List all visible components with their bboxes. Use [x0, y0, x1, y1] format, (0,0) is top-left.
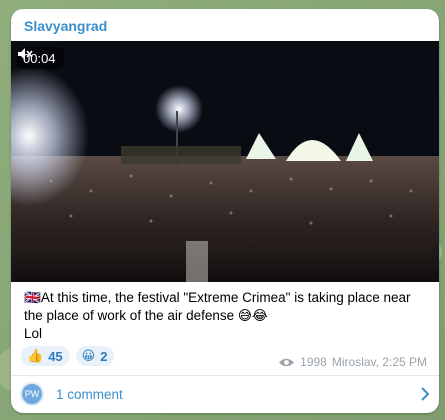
reaction-thumbs-up[interactable]: 👍 45 [21, 346, 70, 366]
view-count: 1998 [300, 355, 327, 369]
video-time-indicator: 00:04 [17, 47, 64, 69]
message-line-1: At this time, the festival "Extreme Crim… [40, 290, 411, 305]
message-line-3: Lol [24, 326, 43, 341]
avatar: PW [20, 382, 44, 406]
eye-icon [279, 358, 295, 366]
channel-name[interactable]: Slavyangrad [24, 18, 107, 34]
message-card: Slavyangrad 00:04 🇬🇧At this time, the fe… [11, 9, 439, 413]
message-line-2: the place of work of the air defense 😅😂 [24, 308, 268, 323]
message-text: 🇬🇧At this time, the festival "Extreme Cr… [24, 289, 428, 343]
video-frame [11, 41, 439, 282]
author-time: Miroslav, 2:25 PM [331, 355, 427, 369]
grinning-face-icon: 😀 [81, 348, 96, 363]
message-meta: 1998 Miroslav, 2:25 PM [278, 355, 427, 369]
reaction-count: 2 [100, 348, 108, 364]
uk-flag-icon: 🇬🇧 [24, 290, 41, 305]
reaction-count: 45 [48, 348, 63, 364]
muted-speaker-icon[interactable] [17, 47, 33, 61]
reactions-bar: 👍 45 😀 2 [21, 346, 115, 366]
comments-button[interactable]: PW 1 comment [20, 380, 430, 408]
thumbs-up-icon: 👍 [27, 348, 44, 363]
chevron-right-icon [421, 387, 430, 401]
divider [11, 375, 439, 376]
comments-label: 1 comment [56, 386, 123, 402]
reaction-grinning[interactable]: 😀 2 [75, 346, 115, 366]
video-player[interactable]: 00:04 [11, 41, 439, 282]
